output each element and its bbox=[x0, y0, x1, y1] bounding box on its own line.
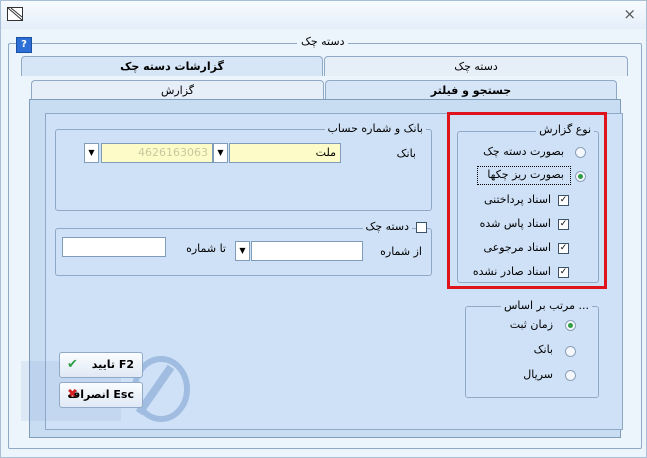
chevron-down-icon: ▼ bbox=[239, 246, 246, 255]
radio-sort-serial[interactable] bbox=[565, 370, 576, 381]
account-dropdown-button[interactable]: ▼ bbox=[84, 143, 99, 163]
tab-label: گزارش bbox=[160, 84, 195, 97]
account-number-value: 4626163063 bbox=[138, 146, 208, 159]
tab-checkbook[interactable]: دسته چک bbox=[324, 56, 628, 76]
close-icon[interactable]: × bbox=[623, 5, 636, 23]
tab-label: دسته چک bbox=[454, 60, 498, 73]
ok-button-label: تایید F2 bbox=[91, 358, 134, 371]
tab-report[interactable]: گزارش bbox=[31, 80, 324, 100]
dialog-window: × دسته چک ? دسته چک گزارشات دسته چک جستج… bbox=[0, 0, 647, 458]
account-number-field[interactable]: 4626163063 bbox=[101, 143, 213, 163]
bank-group-legend: بانک و شماره حساب bbox=[324, 122, 426, 135]
chevron-down-icon: ▼ bbox=[88, 148, 95, 157]
radio-sort-bank-label: بانک bbox=[533, 343, 553, 356]
to-number-label: تا شماره bbox=[186, 242, 226, 255]
cancel-button[interactable]: ✖ انصراف Esc bbox=[59, 382, 143, 408]
radio-sort-date[interactable] bbox=[565, 320, 576, 331]
check-icon: ✔ bbox=[67, 357, 78, 372]
tab-label: گزارشات دسته چک bbox=[120, 60, 224, 73]
radio-sort-date-label: زمان ثبت bbox=[509, 318, 553, 331]
radio-sort-bank[interactable] bbox=[565, 346, 576, 357]
chevron-down-icon: ▼ bbox=[217, 148, 224, 157]
to-number-field[interactable] bbox=[62, 237, 166, 257]
sort-by-legend: مرتب بر اساس ... bbox=[500, 299, 592, 312]
bank-dropdown-button[interactable]: ▼ bbox=[213, 143, 228, 163]
tab-search-filter[interactable]: جستجو و فیلتر bbox=[325, 80, 617, 100]
from-number-field[interactable] bbox=[251, 241, 363, 261]
app-icon bbox=[7, 7, 23, 21]
checkbook-group-legend: دسته چک bbox=[362, 220, 412, 233]
highlight-box bbox=[447, 112, 607, 289]
bank-label: بانک bbox=[396, 147, 416, 160]
from-number-dropdown-button[interactable]: ▼ bbox=[235, 241, 250, 261]
tab-checkbook-reports[interactable]: گزارشات دسته چک bbox=[21, 56, 323, 76]
cancel-button-label: انصراف Esc bbox=[67, 388, 134, 401]
ok-button[interactable]: ✔ تایید F2 bbox=[59, 352, 143, 378]
title-bar: × bbox=[1, 1, 646, 29]
dialog-caption: دسته چک bbox=[297, 35, 349, 48]
from-number-label: از شماره bbox=[380, 245, 422, 258]
tab-label: جستجو و فیلتر bbox=[430, 84, 512, 97]
bank-account-group bbox=[55, 129, 432, 211]
bank-value: ملت bbox=[315, 146, 336, 159]
help-icon[interactable]: ? bbox=[16, 37, 32, 53]
checkbook-filter-checkbox[interactable] bbox=[416, 222, 427, 233]
radio-sort-serial-label: سریال bbox=[523, 368, 553, 381]
bank-field[interactable]: ملت bbox=[229, 143, 341, 163]
